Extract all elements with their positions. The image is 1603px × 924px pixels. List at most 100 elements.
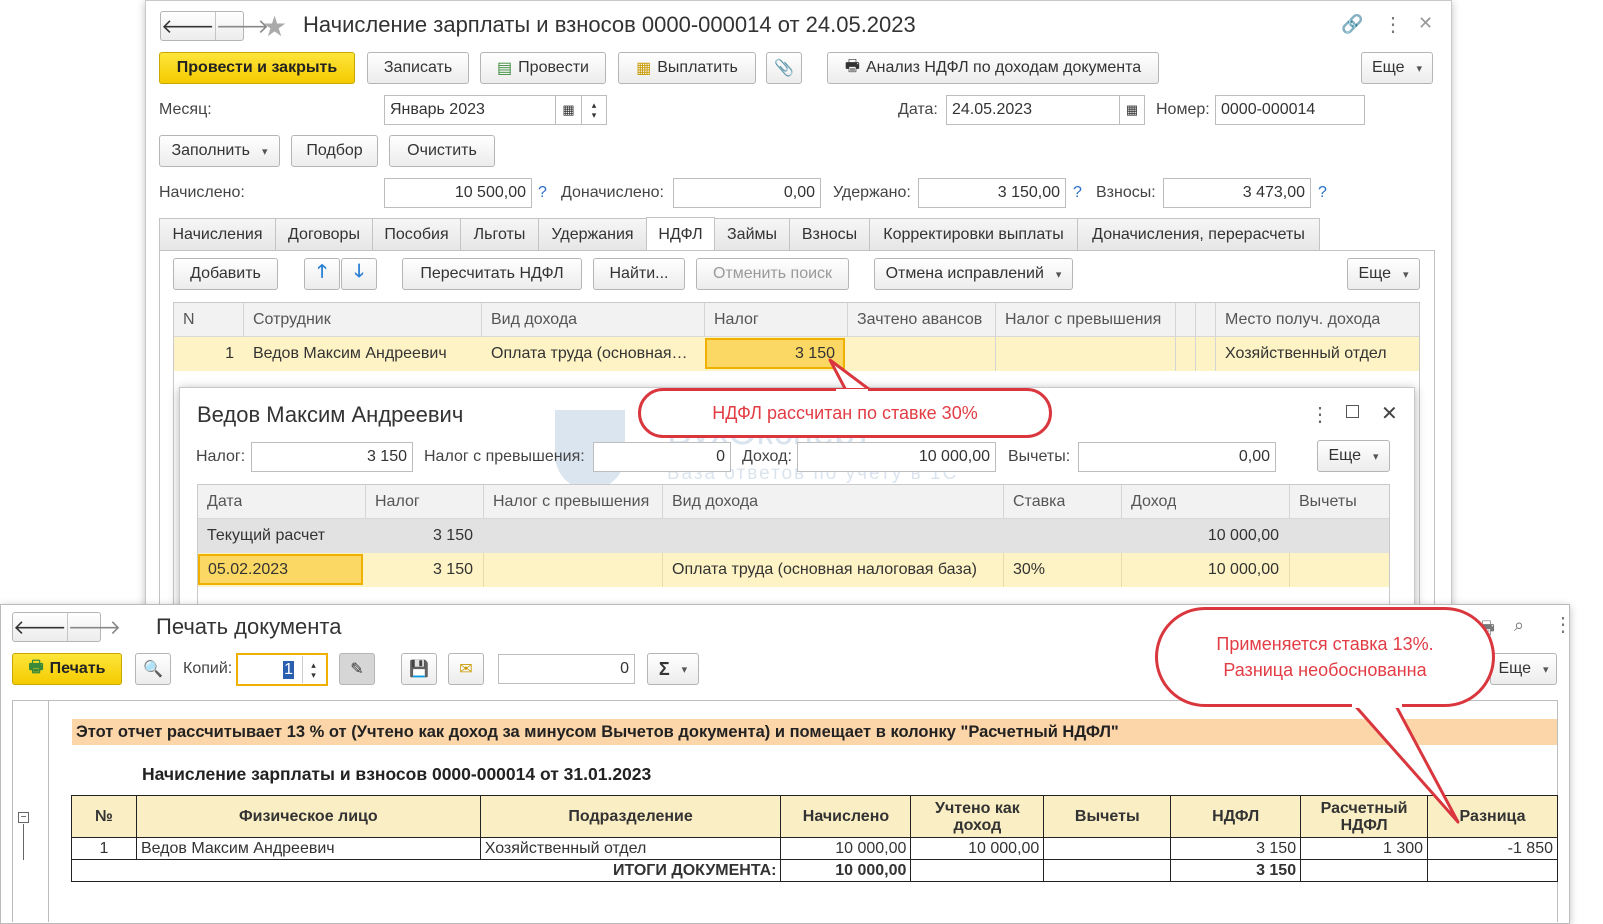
detail-kebab-icon[interactable]: ⋮: [1310, 402, 1330, 427]
print-button[interactable]: 🖶 Печать: [12, 653, 122, 685]
more-button[interactable]: Еще: [1361, 52, 1433, 84]
print-forward-arrow-icon[interactable]: 🡒: [68, 613, 122, 641]
date-field[interactable]: 24.05.2023: [946, 95, 1120, 125]
callout2-pointer: [1348, 698, 1460, 824]
copies-stepper[interactable]: ▴ ▾: [302, 656, 324, 683]
accrued-label: Начислено:: [159, 184, 245, 201]
dcol-excess[interactable]: Налог с превышения: [493, 485, 649, 519]
favorite-star-icon[interactable]: ★: [262, 10, 287, 43]
back-arrow-icon[interactable]: 🡐: [161, 12, 216, 40]
select-button[interactable]: Подбор: [291, 135, 378, 167]
tab-loans[interactable]: Займы: [714, 218, 790, 250]
col-income-type[interactable]: Вид дохода: [491, 303, 577, 337]
col-n[interactable]: N: [183, 303, 195, 337]
dcol-date[interactable]: Дата: [207, 485, 242, 519]
print-label: Печать: [49, 660, 106, 677]
dcol-rate[interactable]: Ставка: [1013, 485, 1065, 519]
clear-button[interactable]: Очистить: [389, 135, 495, 167]
tab-recalculations[interactable]: Доначисления, перерасчеты: [1077, 218, 1320, 250]
tab-payment-corrections[interactable]: Корректировки выплаты: [869, 218, 1078, 250]
rep-totals-calc-ndfl: [1300, 859, 1429, 882]
row-divider: [1121, 553, 1122, 587]
kebab-menu-icon[interactable]: ⋮: [1383, 12, 1403, 37]
contrib-value: 3 473,00: [1242, 184, 1305, 201]
contrib-field: 3 473,00: [1163, 178, 1311, 208]
preview-button[interactable]: 🔍: [135, 653, 171, 685]
cancel-search-button[interactable]: Отменить поиск: [696, 258, 849, 290]
fill-button[interactable]: Заполнить: [159, 135, 280, 167]
close-icon[interactable]: ✕: [1418, 13, 1433, 34]
month-field[interactable]: Январь 2023: [384, 95, 556, 125]
col-advances[interactable]: Зачтено авансов: [857, 303, 982, 337]
detail-income-value: 10 000,00: [918, 448, 990, 465]
col-place[interactable]: Место получ. дохода: [1225, 303, 1380, 337]
post-button[interactable]: ▤ Провести: [480, 52, 606, 84]
accrued-help-icon[interactable]: ?: [538, 184, 547, 202]
month-stepper[interactable]: ▴ ▾: [581, 95, 607, 125]
dcol-tax[interactable]: Налог: [375, 485, 420, 519]
detail-row-date-cell[interactable]: 05.02.2023: [198, 554, 363, 585]
col-excess-tax[interactable]: Налог с превышения: [1005, 303, 1161, 337]
detail-more-button[interactable]: Еще: [1317, 440, 1390, 472]
pay-button[interactable]: ▦ Выплатить: [618, 52, 756, 84]
rep-col-deductions: Вычеты: [1043, 795, 1172, 838]
current-calc-label: Текущий расчет: [207, 527, 326, 544]
grid-divider: [662, 485, 663, 519]
tab-deductions[interactable]: Удержания: [538, 218, 647, 250]
date-calendar-button[interactable]: ▦: [1119, 95, 1145, 125]
edit-button[interactable]: ✎: [339, 653, 375, 685]
rep-totals-label: ИТОГИ ДОКУМЕНТА:: [70, 859, 782, 882]
paperclip-icon: 📎: [774, 60, 794, 77]
tab-accruals[interactable]: Начисления: [159, 218, 276, 250]
rep-row-calc-ndfl: 1 300: [1300, 837, 1429, 860]
arrow-up-icon: 🡑: [317, 261, 327, 281]
print-back-arrow-icon[interactable]: 🡐: [13, 613, 68, 641]
contrib-help-icon[interactable]: ?: [1318, 184, 1327, 202]
move-down-button[interactable]: 🡓: [341, 258, 377, 290]
dcol-income-type[interactable]: Вид дохода: [672, 485, 758, 519]
add-button[interactable]: Добавить: [173, 258, 278, 290]
callout-rate-13-line1: Применяется ставка 13%.: [1216, 634, 1434, 654]
print-preview-icon[interactable]: ⌕: [1514, 615, 1524, 636]
recalc-ndfl-button[interactable]: Пересчитать НДФЛ: [402, 258, 582, 290]
email-button[interactable]: ✉: [448, 653, 484, 685]
report-note-text: Этот отчет рассчитывает 13 % от (Учтено …: [76, 722, 1119, 741]
dcol-deductions[interactable]: Вычеты: [1299, 485, 1357, 519]
grid-divider: [847, 303, 848, 337]
tab-benefits[interactable]: Пособия: [372, 218, 461, 250]
save-file-button[interactable]: 💾: [401, 653, 437, 685]
row-income-type: Оплата труда (основная…: [491, 345, 688, 362]
row-n: 1: [225, 345, 234, 362]
sum-button[interactable]: Σ: [647, 653, 699, 685]
dcol-income[interactable]: Доход: [1131, 485, 1176, 519]
tab-ndfl[interactable]: НДФЛ: [646, 217, 715, 251]
move-up-button[interactable]: 🡑: [304, 258, 340, 290]
tab-privileges[interactable]: Льготы: [460, 218, 539, 250]
cancel-corrections-button[interactable]: Отмена исправлений: [874, 258, 1073, 290]
withheld-help-icon[interactable]: ?: [1073, 184, 1082, 202]
rep-row-ndfl: 3 150: [1170, 837, 1302, 860]
detail-close-icon[interactable]: ✕: [1381, 401, 1398, 426]
ndfl-more-button[interactable]: Еще: [1347, 258, 1420, 290]
post-and-close-button[interactable]: Провести и закрыть: [159, 52, 355, 84]
month-calendar-button[interactable]: ▦: [555, 95, 582, 125]
attach-button[interactable]: 📎: [766, 52, 802, 84]
tab-contracts[interactable]: Договоры: [275, 218, 373, 250]
callout2-pointer-mask: [1352, 699, 1402, 708]
callout-rate-30: НДФЛ рассчитан по ставке 30%: [638, 388, 1052, 438]
group-collapse-icon[interactable]: −: [18, 812, 29, 823]
sum-field: 0: [498, 654, 635, 684]
print-more-button[interactable]: Еще: [1490, 653, 1557, 685]
col-employee[interactable]: Сотрудник: [253, 303, 331, 337]
print-kebab-icon[interactable]: ⋮: [1553, 612, 1573, 637]
ndfl-analysis-button[interactable]: 🖶 Анализ НДФЛ по доходам документа: [827, 52, 1159, 84]
row-divider: [1215, 337, 1216, 371]
tab-contributions[interactable]: Взносы: [789, 218, 870, 250]
link-icon[interactable]: 🔗: [1341, 14, 1363, 35]
find-button[interactable]: Найти...: [593, 258, 685, 290]
number-field[interactable]: 0000-000014: [1215, 95, 1365, 125]
save-button[interactable]: Записать: [367, 52, 469, 84]
row-divider: [1289, 553, 1290, 587]
maximize-icon[interactable]: [1346, 405, 1359, 418]
col-tax[interactable]: Налог: [714, 303, 759, 337]
